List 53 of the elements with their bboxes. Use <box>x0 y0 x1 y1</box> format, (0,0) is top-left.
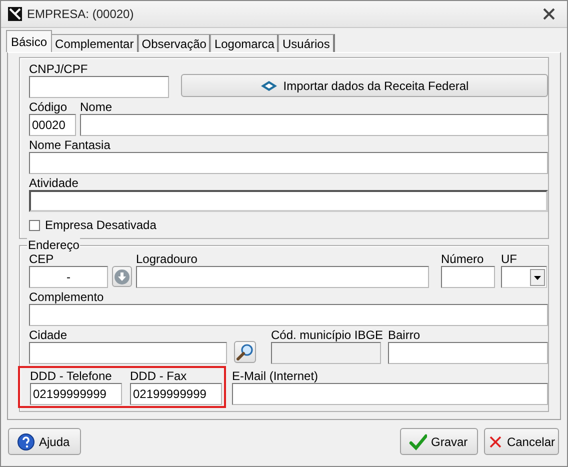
field-label: Atividade <box>29 176 80 190</box>
help-icon <box>17 432 35 450</box>
field-label: Número <box>441 252 485 266</box>
input-field[interactable]: 02199999999 <box>30 383 122 405</box>
diamond-icon <box>260 80 278 92</box>
input-field[interactable] <box>29 190 548 212</box>
dropdown[interactable] <box>501 266 547 288</box>
check-icon <box>409 432 427 450</box>
search-icon <box>236 343 254 361</box>
input-field[interactable] <box>29 76 169 98</box>
input-field[interactable] <box>29 342 227 364</box>
input-field[interactable]: - <box>29 266 108 288</box>
input-field[interactable]: 02199999999 <box>130 383 222 405</box>
field-label: Código <box>29 100 68 114</box>
tab[interactable]: Básico <box>6 30 52 52</box>
close-icon <box>543 8 555 20</box>
field-label: Cidade <box>29 328 68 342</box>
input-field[interactable]: 00020 <box>29 114 76 136</box>
window-title: EMPRESA: (00020) <box>27 7 135 21</box>
checkbox[interactable] <box>29 220 40 230</box>
field-label: CEP <box>29 252 55 266</box>
input-field[interactable] <box>232 383 548 405</box>
field-label: Bairro <box>388 328 422 342</box>
app-logo-icon <box>7 6 23 22</box>
cancel-button[interactable]: Cancelar <box>484 428 559 455</box>
field-label: UF <box>501 252 518 266</box>
tab[interactable]: Observação <box>138 34 212 52</box>
lookup-button[interactable] <box>112 266 132 287</box>
input-field[interactable] <box>80 114 548 136</box>
input-field[interactable] <box>29 304 548 326</box>
field-label: Logradouro <box>136 252 198 266</box>
save-button[interactable]: Gravar <box>400 428 478 455</box>
tab[interactable]: Complementar <box>51 34 139 52</box>
help-button[interactable]: Ajuda <box>8 428 81 455</box>
field-label: Nome Fantasia <box>29 138 112 152</box>
down-arrow-circle-icon <box>114 268 130 284</box>
search-button[interactable] <box>234 341 256 363</box>
group-title: Endereço <box>27 238 80 252</box>
input-field[interactable] <box>441 266 495 288</box>
input-field[interactable] <box>136 266 429 288</box>
field-label: Cód. município IBGE <box>271 328 381 342</box>
import-button[interactable]: Importar dados da Receita Federal <box>181 74 548 97</box>
field-label: CNPJ/CPF <box>29 62 89 76</box>
field-label: DDD - Telefone <box>30 369 113 383</box>
input-field[interactable] <box>388 342 548 364</box>
tab[interactable]: Logomarca <box>210 34 280 52</box>
tab[interactable]: Usuários <box>278 34 335 52</box>
field-label: E-Mail (Internet) <box>232 369 320 383</box>
input-field[interactable] <box>29 152 548 174</box>
field-label: DDD - Fax <box>130 369 188 383</box>
field-label: Nome <box>80 100 114 114</box>
checkbox-label: Empresa Desativada <box>45 218 156 232</box>
field-label: Complemento <box>29 290 105 304</box>
